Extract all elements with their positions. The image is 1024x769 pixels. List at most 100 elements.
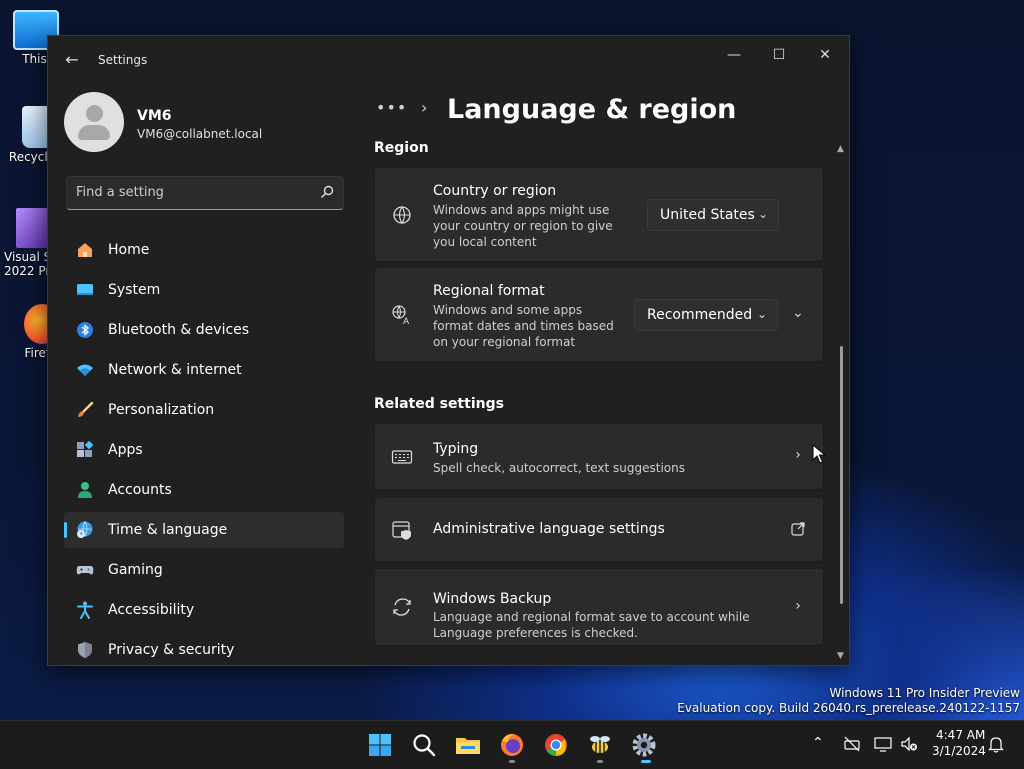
sidebar-item-label: Gaming	[108, 562, 163, 578]
sidebar-item-apps[interactable]: Apps	[64, 432, 344, 468]
sidebar-item-label: Home	[108, 242, 150, 258]
windows-backup-card[interactable]: Windows Backup Language and regional for…	[374, 568, 824, 646]
desktop-icon-visual-studio[interactable]: Visual St 2022 Pre	[4, 208, 57, 278]
taskbar: ⌃	[0, 720, 1024, 769]
globe-clock-icon	[77, 521, 93, 538]
taskbar-search-button[interactable]	[408, 729, 440, 761]
admin-language-card[interactable]: Administrative language settings	[374, 497, 824, 562]
profile-name: VM6	[137, 108, 172, 124]
regional-format-card[interactable]: A Regional format Windows and some apps …	[374, 267, 824, 362]
expand-chevron-icon[interactable]: ⌄	[791, 306, 805, 320]
bee-app-icon	[590, 736, 610, 753]
start-button[interactable]	[364, 729, 396, 761]
country-region-card: Country or region Windows and apps might…	[374, 167, 824, 262]
sidebar-item-accessibility[interactable]: Accessibility	[64, 592, 344, 628]
minimize-icon: —	[727, 47, 741, 63]
maximize-icon: ☐	[772, 47, 786, 63]
clock-time[interactable]: 4:47 AM	[936, 728, 985, 742]
search-icon	[321, 185, 334, 198]
country-region-title: Country or region	[433, 183, 557, 199]
admin-language-title: Administrative language settings	[433, 521, 665, 537]
breadcrumb-more-button[interactable]: •••	[376, 98, 407, 117]
search-icon	[413, 734, 436, 757]
windows-backup-title: Windows Backup	[433, 591, 552, 607]
watermark-line2: Evaluation copy. Build 26040.rs_prerelea…	[677, 701, 1020, 715]
taskbar-bee-app[interactable]	[584, 729, 616, 763]
scroll-down-arrow[interactable]: ▼	[837, 651, 844, 661]
volume-muted-icon[interactable]	[900, 735, 918, 753]
typing-desc: Spell check, autocorrect, text suggestio…	[433, 461, 685, 475]
chevron-right-icon: ›	[795, 447, 801, 463]
sidebar-item-label: Accounts	[108, 482, 172, 498]
accounts-icon	[78, 482, 92, 498]
svg-text:A: A	[403, 317, 410, 326]
chevron-down-icon: ⌄	[756, 307, 767, 321]
tray-overflow-chevron-icon[interactable]: ⌃	[812, 735, 830, 753]
apps-icon	[77, 441, 94, 457]
scrollbar-thumb[interactable]	[840, 346, 843, 604]
chevron-right-icon: ›	[795, 598, 801, 614]
title-bar: ← Settings — ☐ ✕	[48, 36, 849, 84]
settings-window: ← Settings — ☐ ✕ VM6 VM6@collabnet.local…	[47, 35, 850, 666]
sidebar-item-label: Network & internet	[108, 362, 242, 378]
sidebar-item-accounts[interactable]: Accounts	[64, 472, 344, 508]
sidebar-item-label: Time & language	[108, 522, 228, 538]
country-region-dropdown[interactable]: United States ⌄	[647, 199, 779, 231]
windows-backup-desc: Language and regional format save to acc…	[433, 610, 750, 640]
scroll-up-arrow[interactable]: ▲	[837, 144, 844, 154]
bluetooth-icon	[77, 322, 93, 338]
arrow-left-icon: ←	[65, 50, 79, 69]
breadcrumb-chevron-icon: ›	[421, 98, 428, 117]
home-icon	[78, 243, 92, 257]
avatar[interactable]	[64, 92, 124, 152]
typing-card[interactable]: Typing Spell check, autocorrect, text su…	[374, 423, 824, 490]
chrome-icon	[545, 734, 567, 756]
windows-logo-icon	[369, 734, 391, 756]
sidebar-item-label: Accessibility	[108, 602, 195, 618]
shield-icon	[78, 642, 92, 658]
sidebar-nav: Home System Bluetooth & devices Network …	[64, 232, 344, 665]
keyboard-icon	[391, 450, 413, 464]
sidebar-item-home[interactable]: Home	[64, 232, 344, 268]
sidebar-item-bluetooth[interactable]: Bluetooth & devices	[64, 312, 344, 348]
back-button[interactable]: ←	[62, 50, 82, 70]
regional-format-dropdown[interactable]: Recommended ⌄	[634, 299, 778, 331]
country-region-desc: Windows and apps might use your country …	[433, 203, 613, 249]
system-icon	[77, 284, 93, 295]
taskbar-chrome[interactable]	[540, 729, 572, 761]
sidebar-item-label: System	[108, 282, 161, 298]
gamepad-icon	[76, 566, 94, 575]
regional-format-value: Recommended	[647, 307, 753, 323]
sidebar-item-system[interactable]: System	[64, 272, 344, 308]
page-title: Language & region	[447, 94, 737, 125]
watermark-line1: Windows 11 Pro Insider Preview	[829, 686, 1020, 700]
network-disconnected-icon[interactable]	[843, 735, 861, 753]
taskbar-firefox[interactable]	[496, 729, 528, 763]
backup-sync-icon	[393, 598, 411, 616]
app-title: Settings	[98, 53, 148, 67]
close-button[interactable]: ✕	[802, 40, 848, 70]
firefox-icon	[501, 733, 523, 756]
sidebar-item-label: Bluetooth & devices	[108, 322, 250, 338]
search-placeholder: Find a setting	[76, 185, 164, 200]
accessibility-icon	[77, 601, 93, 619]
display-icon[interactable]	[874, 735, 892, 753]
taskbar-settings[interactable]	[628, 729, 660, 763]
sidebar-item-time-language[interactable]: Time & language	[64, 512, 344, 548]
admin-window-icon	[392, 521, 411, 540]
country-region-value: United States	[660, 207, 755, 223]
sidebar-item-network[interactable]: Network & internet	[64, 352, 344, 388]
sidebar-item-personalization[interactable]: Personalization	[64, 392, 344, 428]
taskbar-file-explorer[interactable]	[452, 729, 484, 761]
regional-format-title: Regional format	[433, 283, 545, 299]
notification-bell-icon[interactable]	[987, 735, 1005, 753]
folder-icon	[456, 738, 480, 754]
search-input[interactable]: Find a setting	[66, 176, 344, 210]
clock-date[interactable]: 3/1/2024	[932, 744, 986, 758]
sidebar-item-gaming[interactable]: Gaming	[64, 552, 344, 588]
sidebar-item-privacy[interactable]: Privacy & security	[64, 632, 344, 665]
minimize-button[interactable]: —	[711, 40, 757, 70]
language-format-icon: A	[392, 305, 410, 326]
maximize-button[interactable]: ☐	[756, 40, 802, 70]
sidebar-item-label: Privacy & security	[108, 642, 235, 658]
